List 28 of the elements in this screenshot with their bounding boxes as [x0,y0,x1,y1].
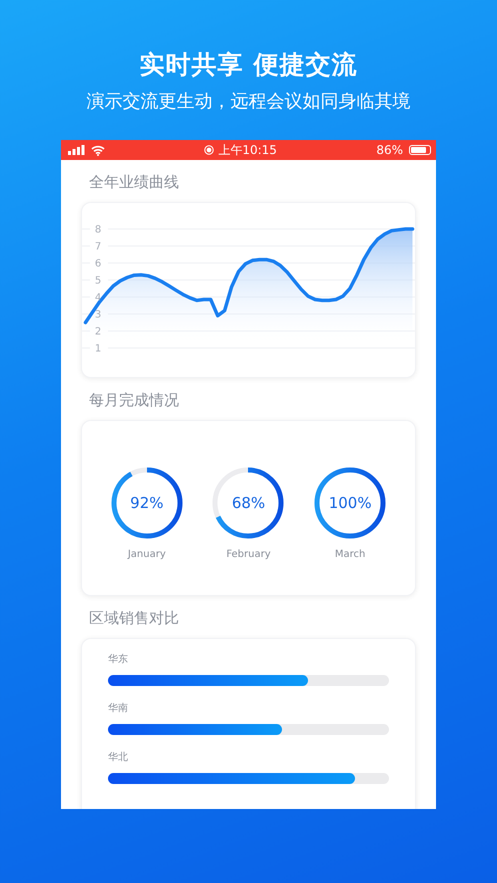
percent-value: 100% [328,494,372,512]
battery-percent: 86% [376,143,403,157]
section-title: 每月完成情况 [88,390,180,411]
month-label: March [334,548,366,560]
month-label: January [128,548,166,560]
axis-tick-label: 2 [94,326,102,338]
region-label: 华南 [108,702,129,716]
axis-tick-label: 7 [94,242,102,252]
month-label: February [226,548,271,560]
axis-tick-label: 8 [94,224,102,236]
axis-tick-label: 3 [94,310,102,320]
region-label: 华东 [108,653,129,667]
percent-value: 92% [130,494,164,512]
clock-time: 上午10:15 [218,142,277,158]
signal-icon [68,145,85,155]
subheadline: 演示交流更生动，远程会议如同身临其境 [86,90,410,114]
region-label: 华北 [108,751,129,765]
headline: 实时共享 便捷交流 [140,49,358,81]
axis-tick-label: 5 [94,276,102,286]
axis-tick-label: 4 [94,292,102,304]
section-title: 全年业绩曲线 [88,172,180,193]
axis-tick-label: 6 [94,258,102,270]
percent-value: 68% [232,494,266,512]
battery-icon [408,145,431,155]
section-title: 区域销售对比 [88,608,180,629]
wifi-icon [91,144,105,156]
record-icon [204,145,214,155]
axis-tick-label: 1 [94,344,102,354]
